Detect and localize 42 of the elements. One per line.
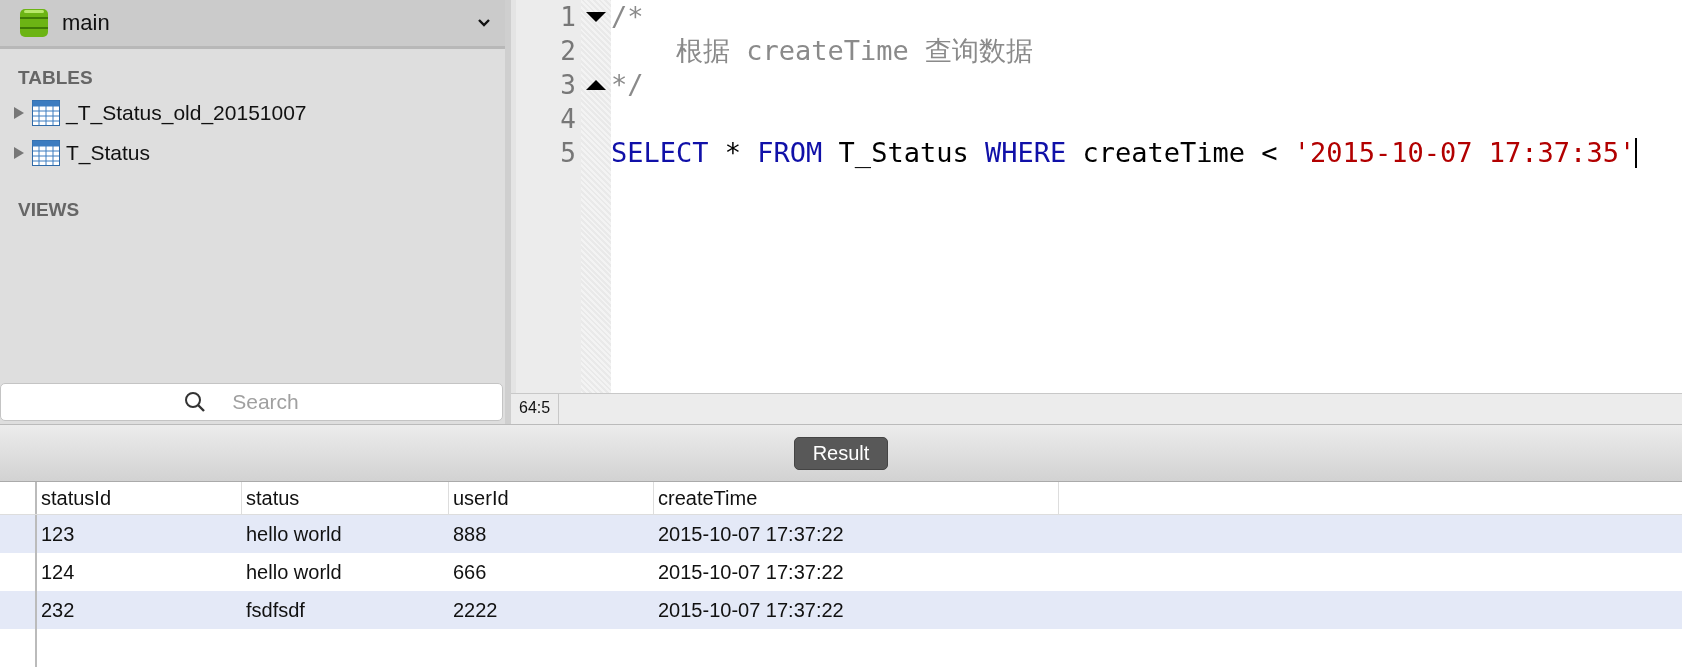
- table-icon: [32, 100, 60, 126]
- column-header[interactable]: statusId: [37, 482, 242, 514]
- column-header[interactable]: status: [242, 482, 449, 514]
- table-icon: [32, 140, 60, 166]
- line-number: 5: [559, 137, 576, 170]
- triangle-right-icon[interactable]: [12, 106, 26, 120]
- code-line: */: [611, 68, 644, 102]
- table-cell-text: 2015-10-07 17:37:22: [657, 559, 845, 585]
- section-heading: TABLES: [17, 66, 94, 90]
- table-cell-text: 2015-10-07 17:37:22: [657, 597, 845, 623]
- table-cell-text: 123: [40, 521, 76, 547]
- database-icon: [18, 7, 50, 39]
- table-cell-text: hello world: [245, 521, 343, 547]
- line-number: 1: [559, 1, 576, 34]
- section-heading: VIEWS: [17, 198, 81, 222]
- search-icon: [184, 391, 206, 413]
- triangle-right-icon[interactable]: [12, 146, 26, 160]
- table-cell-text: fsdfsdf: [245, 597, 306, 623]
- fold-triangle-down-icon[interactable]: [586, 11, 606, 23]
- chevron-down-icon: [477, 18, 491, 28]
- table-cell-text: 232: [40, 597, 76, 623]
- table-cell-text: 2222: [452, 597, 499, 623]
- column-header[interactable]: userId: [449, 482, 654, 514]
- line-number: 3: [559, 69, 576, 102]
- fold-triangle-up-icon[interactable]: [586, 79, 606, 91]
- table-cell-text: 666: [452, 559, 488, 585]
- result-button[interactable]: Result: [793, 436, 889, 470]
- line-number: 4: [559, 103, 576, 136]
- line-number: 2: [559, 35, 576, 68]
- table-cell-text: hello world: [245, 559, 343, 585]
- code-line: SELECT * FROM T_Status WHERE createTime < '2015-10-07 17:37:35': [611, 136, 1636, 170]
- column-header[interactable]: createTime: [654, 482, 1059, 514]
- code-line: /*: [611, 0, 644, 34]
- table-cell-text: 888: [452, 521, 488, 547]
- table-item[interactable]: _T_Status_old_20151007: [0, 93, 505, 133]
- text-cursor: [1635, 138, 1638, 168]
- code-line: 根据 createTime 查询数据: [675, 34, 1034, 68]
- database-selector[interactable]: main: [0, 0, 505, 49]
- search-field[interactable]: Search: [0, 383, 503, 421]
- table-cell-text: 124: [40, 559, 76, 585]
- table-cell-text: 2015-10-07 17:37:22: [657, 521, 845, 547]
- table-item[interactable]: T_Status: [0, 133, 505, 173]
